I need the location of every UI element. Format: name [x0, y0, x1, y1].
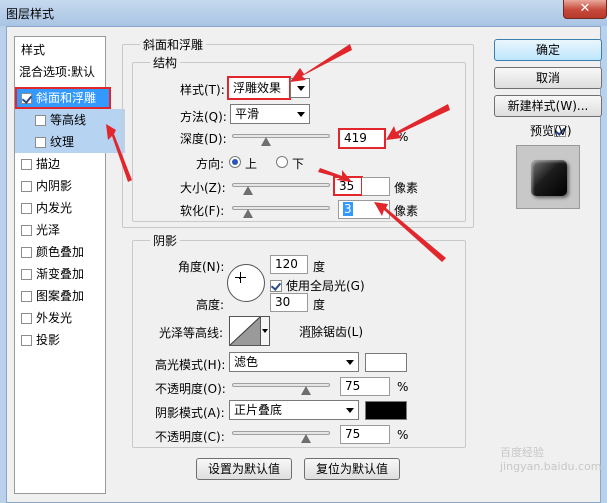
arrow-to-texture-item — [106, 124, 132, 182]
annotation-arrows — [106, 44, 450, 262]
arrow-to-depth-input — [386, 104, 450, 140]
arrow-to-style-select — [290, 44, 352, 82]
arrow-to-soften-input — [374, 202, 446, 262]
arrow-to-size-input — [318, 168, 352, 182]
